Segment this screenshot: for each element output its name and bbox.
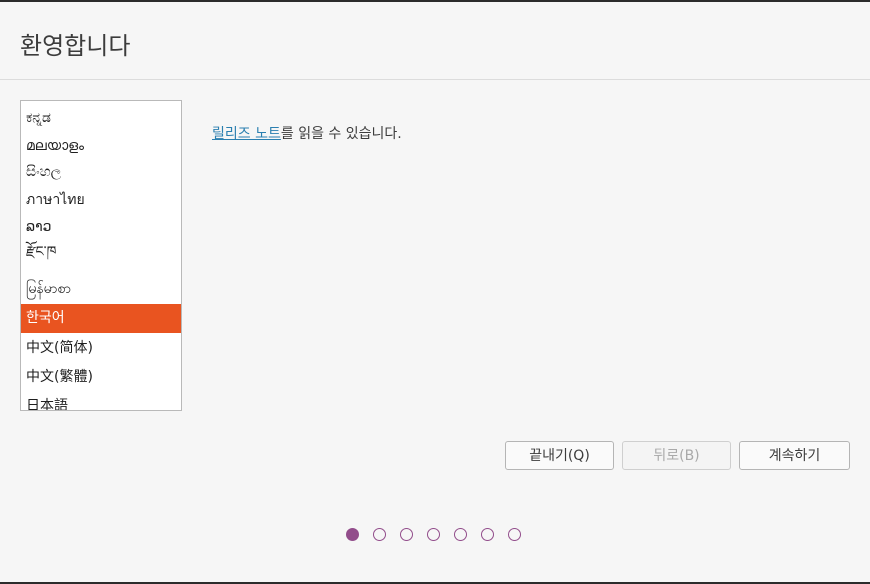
language-item-chinese-simplified[interactable]: 中文(简体) (21, 334, 181, 363)
language-item-chinese-traditional[interactable]: 中文(繁體) (21, 363, 181, 392)
release-notes-link[interactable]: 릴리즈 노트 (212, 126, 281, 142)
page-title: 환영합니다 (20, 32, 131, 60)
progress-dot-4 (427, 528, 440, 541)
progress-dot-3 (400, 528, 413, 541)
release-notes-suffix: 를 읽을 수 있습니다. (280, 126, 402, 142)
continue-button[interactable]: 계속하기 (739, 441, 850, 470)
release-notes-text: 릴리즈 노트를 읽을 수 있습니다. (212, 123, 402, 143)
language-item-sinhala[interactable]: සිංහල (21, 158, 181, 187)
language-item-japanese[interactable]: 日本語 (21, 392, 181, 410)
progress-dot-2 (373, 528, 386, 541)
progress-dot-7 (508, 528, 521, 541)
progress-dot-5 (454, 528, 467, 541)
language-list[interactable]: ಕನ್ನಡ മലയാളം සිංහල ภาษาไทย ລາວ རྫོང་ཁ မြ… (20, 100, 182, 411)
language-item-thai[interactable]: ภาษาไทย (21, 186, 181, 215)
back-button[interactable]: 뒤로(B) (622, 441, 731, 470)
language-item-malayalam[interactable]: മലയാളം (21, 132, 181, 161)
progress-dot-6 (481, 528, 494, 541)
language-item-kannada[interactable]: ಕನ್ನಡ (21, 104, 181, 133)
language-item-dzongkha[interactable]: རྫོང་ཁ (21, 238, 181, 267)
header: 환영합니다 (0, 2, 870, 80)
language-item-korean[interactable]: 한국어 (21, 304, 181, 333)
language-item-burmese[interactable]: မြန်မာစာ (21, 275, 181, 304)
quit-button[interactable]: 끝내기(Q) (505, 441, 614, 470)
progress-dot-1 (346, 528, 359, 541)
